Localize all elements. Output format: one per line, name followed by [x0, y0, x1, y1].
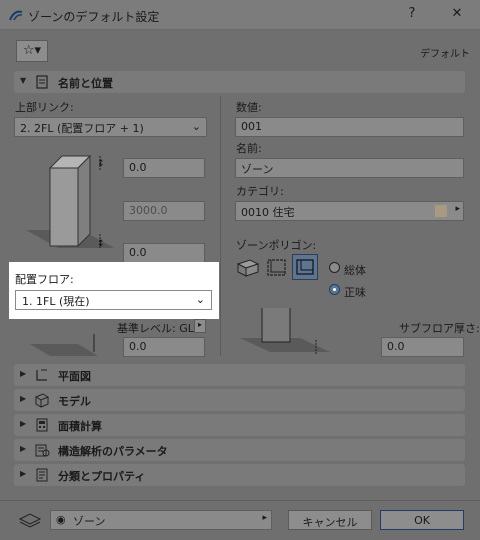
- category-dropdown[interactable]: 0010 住宅 ▸: [235, 201, 464, 221]
- section-title: 名前と位置: [58, 77, 113, 90]
- default-label: デフォルト: [420, 49, 470, 60]
- svg-text:↕: ↕: [97, 159, 105, 169]
- zone-height-diagram: ↕ ↕: [26, 154, 114, 249]
- number-label: 数値:: [236, 101, 262, 114]
- height-field[interactable]: 3000.0: [123, 201, 205, 221]
- home-floor-label: 配置フロア:: [15, 273, 74, 286]
- layer-value: ゾーン: [73, 515, 106, 528]
- radio-net-label: 正味: [344, 286, 366, 299]
- svg-text:↕: ↕: [97, 239, 105, 249]
- chevron-down-icon: ⌄: [191, 120, 201, 133]
- cancel-button[interactable]: キャンセル: [288, 510, 372, 530]
- chevron-right-icon: ▸: [262, 513, 267, 523]
- chevron-down-icon: ⌄: [195, 293, 205, 306]
- section-title: モデル: [58, 395, 91, 408]
- home-floor-value: 1. 1FL (現在): [22, 295, 90, 308]
- category-value: 0010 住宅: [241, 206, 295, 219]
- collapse-arrow-icon: ▼: [20, 76, 27, 85]
- ok-button[interactable]: OK: [380, 510, 464, 530]
- ref-level-menu-button[interactable]: ▸: [194, 319, 206, 333]
- section-structural[interactable]: ▶ 構造解析のパラメータ: [14, 439, 465, 461]
- layer-icon: [18, 513, 42, 528]
- ref-level-diagram: [30, 334, 98, 356]
- number-field[interactable]: 001: [235, 117, 464, 137]
- subfloor-label: サブフロア厚さ:: [399, 322, 480, 335]
- expand-arrow-icon: ▶: [20, 444, 27, 453]
- section-title: 構造解析のパラメータ: [58, 445, 168, 458]
- expand-arrow-icon: ▶: [20, 394, 27, 403]
- properties-icon: [36, 468, 48, 482]
- bottom-offset-field[interactable]: 0.0: [123, 243, 205, 263]
- top-link-value: 2. 2FL (配置フロア + 1): [20, 122, 144, 135]
- radio-net[interactable]: [329, 284, 340, 295]
- home-floor-group: 配置フロア: 1. 1FL (現在) ⌄: [9, 262, 219, 319]
- subfloor-field[interactable]: 0.0: [381, 337, 464, 357]
- ref-level-field[interactable]: 0.0: [123, 337, 205, 357]
- footer-divider: [0, 500, 480, 501]
- expand-arrow-icon: ▶: [20, 419, 27, 428]
- section-title: 平面図: [58, 370, 91, 383]
- column-divider: [220, 96, 221, 356]
- manual-polygon-icon[interactable]: [236, 256, 260, 278]
- top-link-dropdown[interactable]: 2. 2FL (配置フロア + 1) ⌄: [14, 117, 207, 137]
- tag-icon: [36, 75, 48, 89]
- expand-arrow-icon: ▶: [20, 469, 27, 478]
- layer-dropdown[interactable]: ◉ ゾーン ▸: [50, 510, 272, 530]
- home-floor-dropdown[interactable]: 1. 1FL (現在) ⌄: [15, 290, 212, 310]
- title-bar: ゾーンのデフォルト設定 ? ✕: [0, 0, 480, 30]
- eye-icon: ◉: [56, 513, 66, 526]
- section-model[interactable]: ▶ モデル: [14, 389, 465, 411]
- radio-gross-label: 総体: [344, 264, 366, 277]
- room-polygon-icon[interactable]: [265, 256, 289, 278]
- model-icon: [34, 393, 50, 408]
- expand-arrow-icon: ▶: [20, 369, 27, 378]
- category-label: カテゴリ:: [236, 185, 284, 198]
- zone-polygon-label: ゾーンポリゴン:: [236, 239, 317, 252]
- name-field[interactable]: ゾーン: [235, 158, 464, 178]
- top-link-label: 上部リンク:: [15, 101, 74, 114]
- calculator-icon: [36, 418, 48, 432]
- chevron-right-icon: ▸: [455, 204, 460, 214]
- name-label: 名前:: [236, 142, 262, 155]
- section-name-location[interactable]: ▼ 名前と位置: [14, 71, 465, 93]
- inner-edge-polygon-button[interactable]: [292, 254, 318, 280]
- ref-level-label: 基準レベル: GL: [117, 322, 194, 335]
- help-button[interactable]: ?: [402, 6, 422, 21]
- section-title: 分類とプロパティ: [58, 470, 146, 483]
- floor-plan-icon: [36, 369, 47, 381]
- favorites-button[interactable]: ☆▾: [16, 40, 48, 62]
- structural-icon: [35, 444, 50, 457]
- section-title: 面積計算: [58, 420, 102, 433]
- subfloor-diagram: [240, 308, 330, 354]
- section-classification[interactable]: ▶ 分類とプロパティ: [14, 464, 465, 486]
- radio-gross[interactable]: [329, 262, 340, 273]
- window-title: ゾーンのデフォルト設定: [28, 10, 160, 24]
- section-floor-plan[interactable]: ▶ 平面図: [14, 364, 465, 386]
- archicad-logo-icon: [9, 10, 23, 21]
- category-color-swatch: [435, 205, 447, 217]
- section-area-calc[interactable]: ▶ 面積計算: [14, 414, 465, 436]
- radio-dot: [333, 288, 336, 291]
- close-button[interactable]: ✕: [447, 6, 467, 21]
- inner-edge-icon: [296, 259, 314, 275]
- top-offset-field[interactable]: 0.0: [123, 158, 205, 178]
